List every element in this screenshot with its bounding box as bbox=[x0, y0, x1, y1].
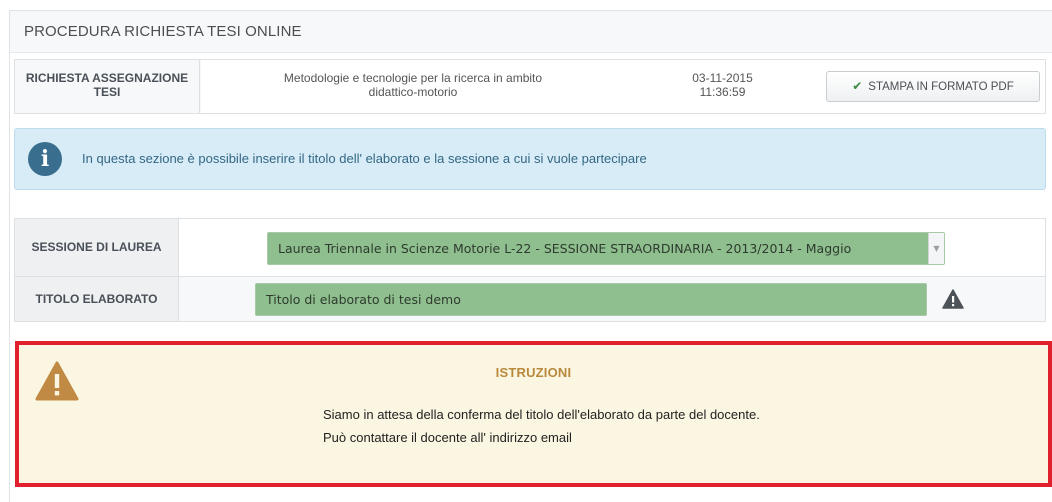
check-icon: ✔ bbox=[852, 79, 863, 93]
chevron-down-icon[interactable]: ▼ bbox=[928, 233, 944, 264]
request-thesis-title: Metodologie e tecnologie per la ricerca … bbox=[201, 60, 625, 113]
warning-icon bbox=[942, 289, 964, 309]
session-select-value: Laurea Triennale in Scienze Motorie L-22… bbox=[278, 241, 852, 256]
instructions-alert: ISTRUZIONI Siamo in attesa della conferm… bbox=[15, 341, 1052, 487]
page-title: PROCEDURA RICHIESTA TESI ONLINE bbox=[10, 11, 1052, 53]
request-timestamp: 03-11-2015 11:36:59 bbox=[625, 60, 820, 113]
title-label: TITOLO ELABORATO bbox=[15, 277, 179, 321]
request-actions: ✔ STAMPA IN FORMATO PDF bbox=[820, 60, 1045, 113]
thesis-form: SESSIONE DI LAUREA Laurea Triennale in S… bbox=[14, 218, 1046, 322]
request-title-line2: didattico-motorio bbox=[368, 85, 458, 99]
instructions-text-line2: Può contattare il docente all' indirizzo… bbox=[323, 430, 572, 445]
request-label-line2: TESI bbox=[93, 85, 121, 99]
info-alert: i In questa sezione è possibile inserire… bbox=[14, 128, 1046, 190]
print-pdf-button[interactable]: ✔ STAMPA IN FORMATO PDF bbox=[826, 71, 1040, 102]
print-pdf-label: STAMPA IN FORMATO PDF bbox=[868, 81, 1014, 93]
info-icon: i bbox=[28, 142, 62, 176]
thesis-title-input[interactable]: Titolo di elaborato di tesi demo bbox=[255, 283, 927, 316]
session-select[interactable]: Laurea Triennale in Scienze Motorie L-22… bbox=[267, 232, 945, 265]
session-label: SESSIONE DI LAUREA bbox=[15, 219, 179, 276]
request-title-line1: Metodologie e tecnologie per la ricerca … bbox=[283, 71, 543, 85]
request-time: 11:36:59 bbox=[699, 85, 746, 99]
form-row-title: TITOLO ELABORATO Titolo di elaborato di … bbox=[15, 277, 1045, 321]
instructions-title: ISTRUZIONI bbox=[495, 365, 572, 380]
request-summary-row: RICHIESTA ASSEGNAZIONE TESI Metodologie … bbox=[14, 59, 1046, 114]
instructions-text-line1: Siamo in attesa della conferma del titol… bbox=[323, 407, 760, 422]
info-text: In questa sezione è possibile inserire i… bbox=[82, 151, 647, 166]
request-label: RICHIESTA ASSEGNAZIONE TESI bbox=[15, 60, 200, 113]
form-row-session: SESSIONE DI LAUREA Laurea Triennale in S… bbox=[15, 219, 1045, 277]
request-date: 03-11-2015 bbox=[692, 71, 753, 85]
request-label-line1: RICHIESTA ASSEGNAZIONE bbox=[25, 71, 189, 85]
